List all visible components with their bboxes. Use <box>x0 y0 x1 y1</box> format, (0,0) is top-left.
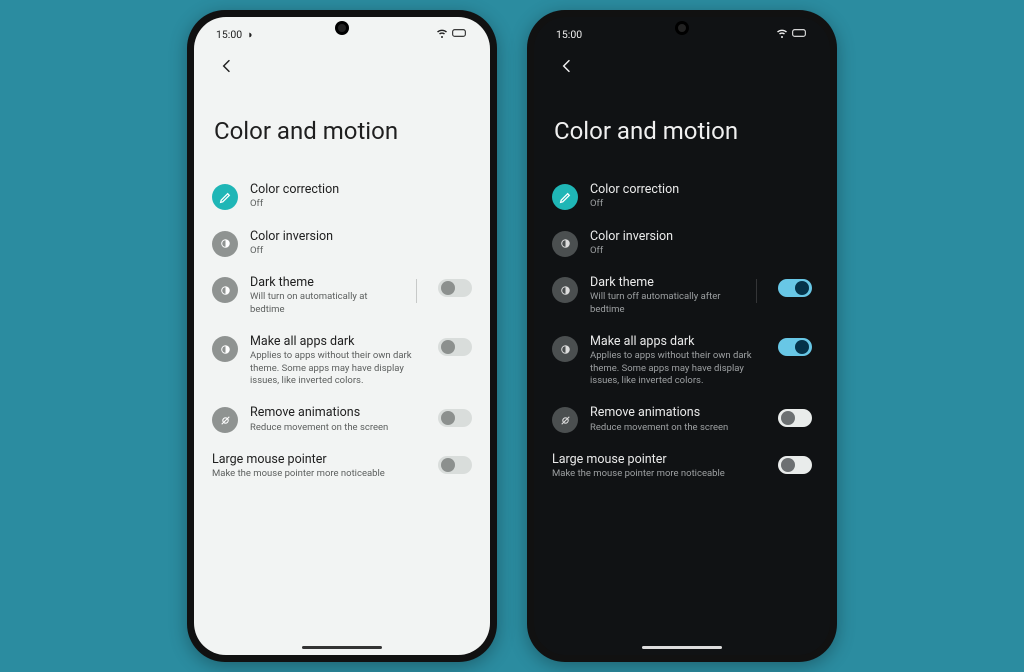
status-time: 15:00 <box>556 28 582 41</box>
switch-large-pointer[interactable] <box>778 456 812 474</box>
page-title: Color and motion <box>554 117 816 145</box>
page-title: Color and motion <box>214 117 476 145</box>
row-dark-theme[interactable]: Dark theme Will turn on automatically at… <box>208 266 476 325</box>
row-remove-animations[interactable]: Remove animations Reduce movement on the… <box>208 396 476 443</box>
row-color-inversion[interactable]: Color inversion Off <box>548 220 816 267</box>
home-indicator[interactable] <box>642 646 722 649</box>
row-title: Make all apps dark <box>590 334 760 350</box>
row-make-all-apps-dark[interactable]: Make all apps dark Applies to apps witho… <box>548 325 816 396</box>
switch-large-pointer[interactable] <box>438 456 472 474</box>
battery-icon <box>792 28 808 41</box>
battery-icon <box>452 28 468 41</box>
status-time: 15:00 <box>216 28 242 41</box>
row-subtitle: Will turn off automatically after bedtim… <box>590 291 741 316</box>
divider <box>416 279 417 303</box>
dnd-icon: ◑ <box>246 28 252 41</box>
divider <box>756 279 757 303</box>
phone-dark: 15:00 Color and motion Color correction … <box>527 10 837 662</box>
row-color-correction[interactable]: Color correction Off <box>548 173 816 220</box>
dark-theme-icon <box>212 277 238 303</box>
screen-dark: 15:00 Color and motion Color correction … <box>534 17 830 655</box>
remove-animations-icon <box>552 407 578 433</box>
row-color-correction[interactable]: Color correction Off <box>208 173 476 220</box>
row-subtitle: Off <box>250 245 472 257</box>
switch-remove-animations[interactable] <box>438 409 472 427</box>
row-subtitle: Reduce movement on the screen <box>250 422 420 434</box>
row-title: Remove animations <box>250 405 420 421</box>
back-button[interactable] <box>214 53 240 79</box>
color-inversion-icon <box>552 231 578 257</box>
color-inversion-icon <box>212 231 238 257</box>
switch-remove-animations[interactable] <box>778 409 812 427</box>
remove-animations-icon <box>212 407 238 433</box>
row-title: Large mouse pointer <box>552 452 760 468</box>
switch-make-dark[interactable] <box>778 338 812 356</box>
home-indicator[interactable] <box>302 646 382 649</box>
row-remove-animations[interactable]: Remove animations Reduce movement on the… <box>548 396 816 443</box>
screen-light: 15:00 ◑ Color and motion Color correctio… <box>194 17 490 655</box>
row-large-mouse-pointer[interactable]: Large mouse pointer Make the mouse point… <box>208 443 476 490</box>
row-title: Color correction <box>250 182 472 198</box>
row-title: Color inversion <box>590 229 812 245</box>
color-correction-icon <box>552 184 578 210</box>
row-title: Remove animations <box>590 405 760 421</box>
phone-light: 15:00 ◑ Color and motion Color correctio… <box>187 10 497 662</box>
color-correction-icon <box>212 184 238 210</box>
row-subtitle: Off <box>590 245 812 257</box>
switch-dark-theme[interactable] <box>438 279 472 297</box>
row-subtitle: Off <box>590 198 812 210</box>
row-subtitle: Will turn on automatically at bedtime <box>250 291 401 316</box>
row-subtitle: Make the mouse pointer more noticeable <box>212 468 420 480</box>
row-title: Large mouse pointer <box>212 452 420 468</box>
row-title: Make all apps dark <box>250 334 420 350</box>
switch-dark-theme[interactable] <box>778 279 812 297</box>
wifi-icon <box>776 27 788 42</box>
row-color-inversion[interactable]: Color inversion Off <box>208 220 476 267</box>
switch-make-dark[interactable] <box>438 338 472 356</box>
row-large-mouse-pointer[interactable]: Large mouse pointer Make the mouse point… <box>548 443 816 490</box>
row-subtitle: Make the mouse pointer more noticeable <box>552 468 760 480</box>
back-button[interactable] <box>554 53 580 79</box>
row-title: Dark theme <box>590 275 741 291</box>
row-title: Dark theme <box>250 275 401 291</box>
row-subtitle: Applies to apps without their own dark t… <box>590 350 760 387</box>
row-make-all-apps-dark[interactable]: Make all apps dark Applies to apps witho… <box>208 325 476 396</box>
row-subtitle: Off <box>250 198 472 210</box>
row-dark-theme[interactable]: Dark theme Will turn off automatically a… <box>548 266 816 325</box>
row-title: Color inversion <box>250 229 472 245</box>
row-subtitle: Applies to apps without their own dark t… <box>250 350 420 387</box>
row-title: Color correction <box>590 182 812 198</box>
dark-theme-icon <box>552 277 578 303</box>
make-dark-icon <box>552 336 578 362</box>
camera-cutout <box>675 21 689 35</box>
row-subtitle: Reduce movement on the screen <box>590 422 760 434</box>
wifi-icon <box>436 27 448 42</box>
make-dark-icon <box>212 336 238 362</box>
camera-cutout <box>335 21 349 35</box>
